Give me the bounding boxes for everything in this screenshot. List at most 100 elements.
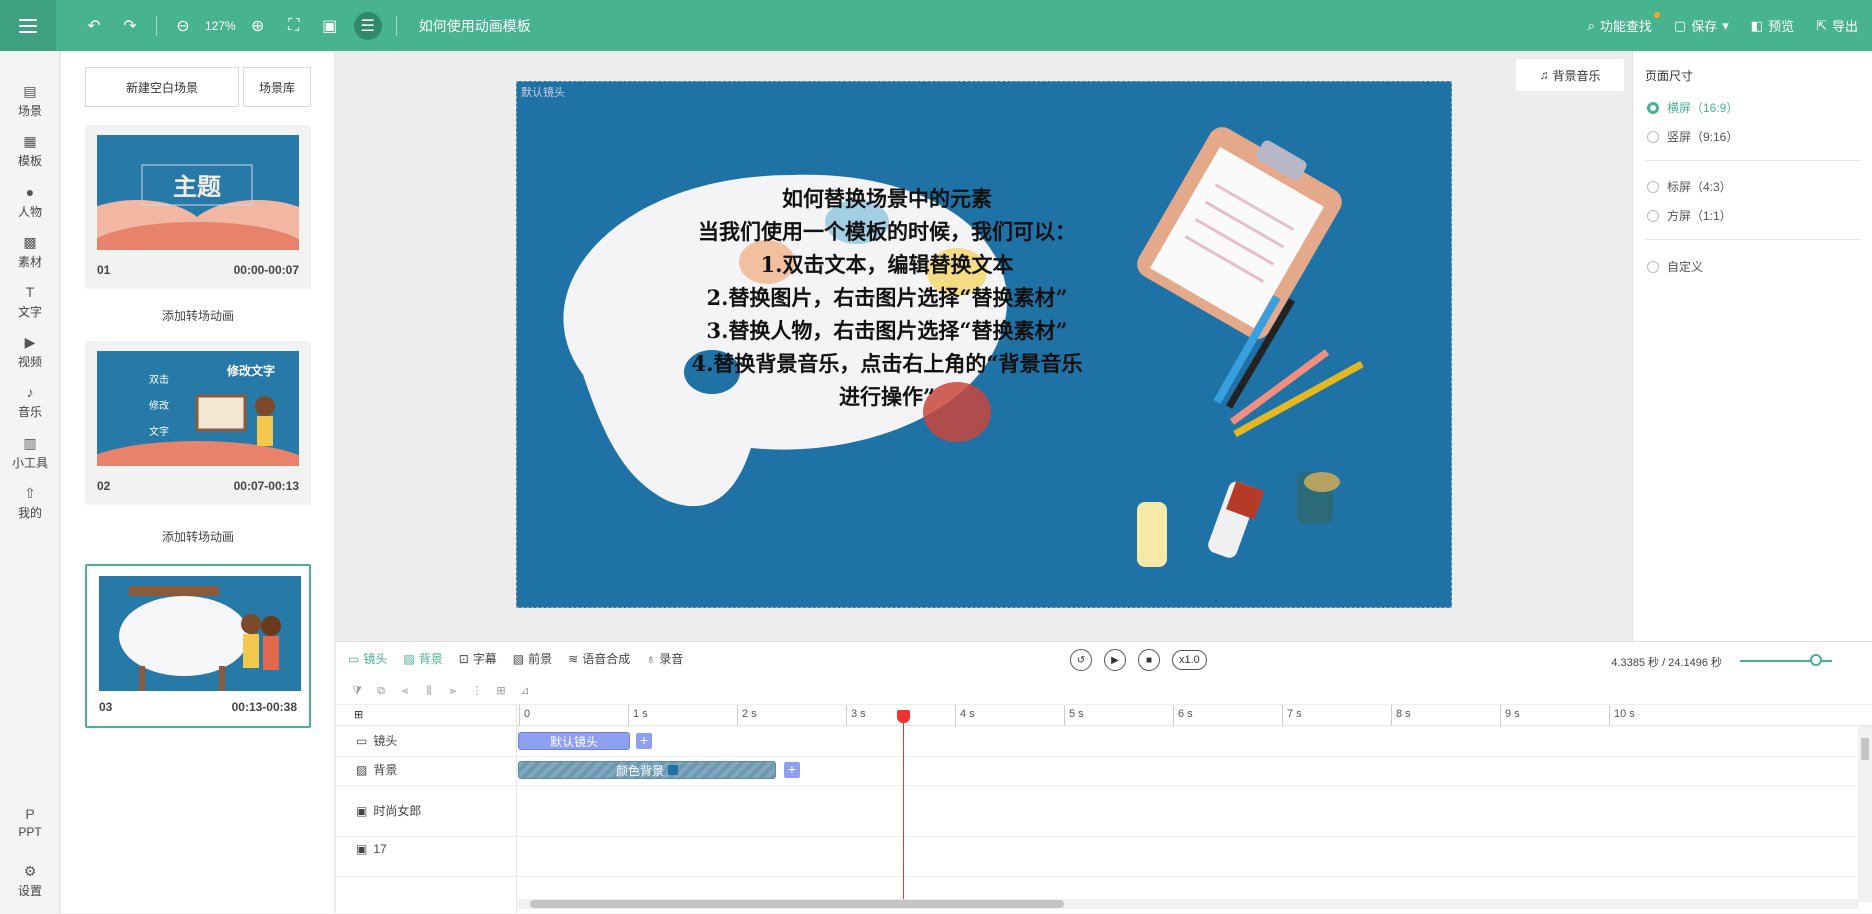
nav-person[interactable]: ● 人物 bbox=[0, 184, 60, 220]
nav-mine[interactable]: ⇧ 我的 bbox=[0, 485, 60, 521]
tab-record[interactable]: ♁ 录音 bbox=[646, 650, 683, 667]
actual-size-icon[interactable]: ▣ bbox=[318, 14, 342, 38]
export-button[interactable]: ⇱ 导出 bbox=[1816, 16, 1858, 35]
background-icon: ▨ bbox=[356, 762, 368, 777]
video-icon: ▶ bbox=[24, 334, 36, 350]
save-button[interactable]: ▢ 保存 ▾ bbox=[1674, 16, 1729, 35]
scene-stage[interactable]: 默认镜头 如何替换场景中的元素 当我们使用一个模板的时候，我们可以： 1.双击文… bbox=[516, 81, 1452, 608]
option-label: 方屏（1:1） bbox=[1667, 209, 1732, 223]
ruler-label: 8 s bbox=[1396, 708, 1411, 720]
scene-card-01[interactable]: 主题 01 00:00-00:07 bbox=[85, 125, 311, 289]
vertical-scrollbar[interactable] bbox=[1858, 726, 1872, 902]
align-left-icon[interactable]: ⫷ bbox=[398, 684, 412, 698]
zoom-out-icon[interactable]: ⊖ bbox=[171, 14, 195, 38]
speed-button[interactable]: x1.0 bbox=[1172, 650, 1207, 670]
ruler-tick bbox=[1173, 705, 1174, 726]
nav-template[interactable]: ▦ 模板 bbox=[0, 133, 60, 169]
chevron-down-icon: ▾ bbox=[1722, 17, 1729, 33]
align-right-icon[interactable]: ⫸ bbox=[446, 684, 460, 698]
play-icon[interactable]: ▶ bbox=[1104, 649, 1126, 671]
background-clip-label: 颜色背景 bbox=[615, 763, 664, 778]
subtitle-mode-icon[interactable]: ☰ bbox=[353, 11, 382, 40]
track-background[interactable]: ▨ 背景 bbox=[356, 761, 397, 778]
undo-icon[interactable]: ↶ bbox=[82, 14, 106, 38]
stage-text-box[interactable]: 如何替换场景中的元素 当我们使用一个模板的时候，我们可以： 1.双击文本，编辑替… bbox=[637, 182, 1137, 413]
snap-icon[interactable]: ⊿ bbox=[518, 684, 532, 698]
arrange-icon[interactable]: ⊞ bbox=[494, 684, 508, 698]
feature-search-button[interactable]: ⌕ 功能查找 bbox=[1588, 12, 1660, 35]
scene-number: 01 bbox=[97, 263, 111, 277]
fullscreen-icon[interactable]: ⛶ bbox=[282, 14, 306, 38]
playhead-line[interactable] bbox=[903, 712, 904, 902]
scene-library-button[interactable]: 场景库 bbox=[243, 67, 311, 107]
track-camera[interactable]: ▭ 镜头 bbox=[356, 732, 397, 749]
timeline-ruler[interactable]: ⊞ 0 1 s 2 s 3 s 4 s 5 s 6 s 7 s 8 s 9 s 10 s bbox=[336, 704, 1872, 726]
size-option-9-16[interactable]: 竖屏（9:16） bbox=[1647, 128, 1738, 145]
filter-icon[interactable]: ⧩ bbox=[350, 684, 364, 698]
camera-label: 默认镜头 bbox=[521, 87, 565, 99]
scene-thumbnail-art: 修改文字 双击 修改 文字 bbox=[97, 351, 299, 466]
nav-material[interactable]: ▩ 素材 bbox=[0, 234, 60, 270]
slider-handle[interactable] bbox=[1810, 654, 1822, 666]
zoom-in-icon[interactable]: ⊕ bbox=[246, 14, 270, 38]
left-navigation: ▤ 场景 ▦ 模板 ● 人物 ▩ 素材 T 文字 ▶ 视频 ♪ 音乐 ▥ 小工具 ⇧ 我的 P PP… bbox=[0, 51, 60, 913]
ruler-label: 7 s bbox=[1287, 708, 1302, 720]
track-name: 17 bbox=[373, 842, 387, 856]
track-character[interactable]: ▣ 时尚女郎 bbox=[356, 802, 421, 819]
document-title[interactable]: 如何使用动画模板 bbox=[419, 16, 531, 36]
playhead-handle[interactable] bbox=[897, 710, 910, 723]
scene-card-03[interactable]: 03 00:13-00:38 bbox=[85, 564, 311, 728]
music-icon: ♪ bbox=[26, 384, 34, 400]
add-background-button[interactable]: + bbox=[784, 762, 800, 778]
track-image-17[interactable]: ▣ 17 bbox=[356, 842, 387, 856]
page-size-title: 页面尺寸 bbox=[1645, 69, 1694, 83]
radio-icon bbox=[1647, 260, 1659, 273]
align-center-icon[interactable]: ⫼ bbox=[422, 684, 436, 698]
preview-button[interactable]: ◧ 预览 bbox=[1751, 16, 1794, 35]
distribute-icon[interactable]: ⋮ bbox=[470, 684, 484, 698]
group-icon[interactable]: ⧉ bbox=[374, 684, 388, 698]
size-option-4-3[interactable]: 标屏（4:3） bbox=[1647, 178, 1732, 195]
nav-ppt[interactable]: P PPT bbox=[0, 806, 60, 839]
nav-settings[interactable]: ⚙ 设置 bbox=[0, 863, 60, 899]
thumb-title: 修改文字 bbox=[226, 363, 275, 378]
add-transition-link[interactable]: 添加转场动画 bbox=[85, 307, 311, 324]
nav-scene[interactable]: ▤ 场景 bbox=[0, 83, 60, 119]
preview-label: 预览 bbox=[1768, 19, 1795, 34]
redo-icon[interactable]: ↷ bbox=[118, 14, 142, 38]
nav-video[interactable]: ▶ 视频 bbox=[0, 334, 60, 370]
scene-thumbnail-art bbox=[99, 576, 301, 691]
tab-foreground[interactable]: ▧ 前景 bbox=[513, 650, 552, 667]
nav-toolbox[interactable]: ▥ 小工具 bbox=[0, 435, 60, 471]
tab-label: 背景 bbox=[418, 652, 443, 666]
add-transition-link[interactable]: 添加转场动画 bbox=[85, 528, 311, 545]
camera-clip[interactable]: 默认镜头 bbox=[518, 732, 630, 750]
scroll-thumb[interactable] bbox=[1861, 738, 1869, 760]
add-camera-button[interactable]: + bbox=[636, 733, 652, 749]
size-option-16-9[interactable]: 横屏（16:9） bbox=[1647, 99, 1738, 116]
tab-camera[interactable]: ▭ 镜头 bbox=[348, 650, 387, 667]
track-divider bbox=[336, 876, 1856, 877]
menu-icon[interactable] bbox=[0, 0, 56, 51]
replay-icon[interactable]: ↺ bbox=[1070, 649, 1092, 671]
tab-label: 镜头 bbox=[363, 652, 388, 666]
background-clip[interactable]: 颜色背景 bbox=[518, 761, 776, 779]
new-blank-scene-button[interactable]: 新建空白场景 bbox=[85, 67, 239, 107]
tab-background[interactable]: ▨ 背景 bbox=[403, 650, 442, 667]
ppt-icon: P bbox=[25, 806, 35, 822]
stop-icon[interactable]: ■ bbox=[1138, 649, 1160, 671]
ruler-tick bbox=[628, 705, 629, 726]
background-music-label: 背景音乐 bbox=[1552, 68, 1601, 83]
scroll-thumb[interactable] bbox=[530, 900, 1064, 908]
scene-card-02[interactable]: 修改文字 双击 修改 文字 02 00:07-00:13 bbox=[85, 341, 311, 505]
size-option-custom[interactable]: 自定义 bbox=[1647, 258, 1703, 275]
scene-thumbnail: 修改文字 双击 修改 文字 bbox=[97, 351, 299, 466]
horizontal-scrollbar[interactable] bbox=[518, 899, 1858, 909]
nav-music[interactable]: ♪ 音乐 bbox=[0, 384, 60, 420]
tab-subtitle[interactable]: ⊡ 字幕 bbox=[459, 650, 497, 667]
ruler-tick bbox=[1064, 705, 1065, 726]
nav-text[interactable]: T 文字 bbox=[0, 284, 60, 320]
tab-tts[interactable]: ≋ 语音合成 bbox=[568, 650, 630, 667]
background-music-button[interactable]: ♫ 背景音乐 bbox=[1516, 59, 1624, 91]
size-option-1-1[interactable]: 方屏（1:1） bbox=[1647, 207, 1732, 224]
